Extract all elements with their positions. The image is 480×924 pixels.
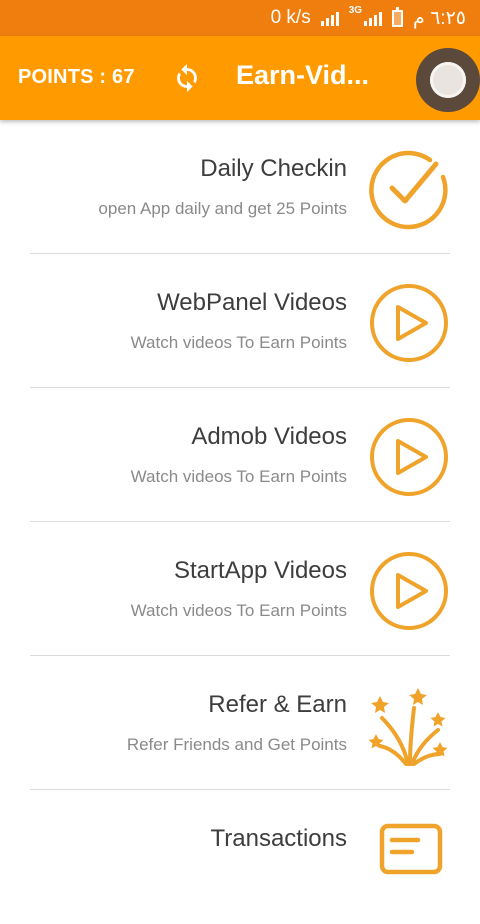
menu-item-startapp-videos[interactable]: StartApp Videos Watch videos To Earn Poi… — [0, 522, 480, 656]
menu-item-subtitle: Watch videos To Earn Points — [130, 467, 347, 486]
app-title: Earn-Vid... — [236, 60, 370, 90]
points-counter: POINTS : 67 — [18, 66, 135, 88]
menu-item-text: Transactions — [211, 824, 348, 854]
clock: ٦:٢٥ م — [413, 7, 466, 29]
status-bar: 0 k/s 3G ٦:٢٥ م — [0, 0, 480, 36]
menu-item-daily-checkin[interactable]: Daily Checkin open App daily and get 25 … — [0, 120, 480, 254]
menu-item-webpanel-videos[interactable]: WebPanel Videos Watch videos To Earn Poi… — [0, 254, 480, 388]
profile-avatar-button[interactable] — [416, 48, 480, 112]
menu-item-transactions[interactable]: Transactions — [0, 790, 480, 924]
play-circle-icon — [370, 418, 448, 496]
receipt-icon — [379, 823, 443, 875]
signal-icon-2 — [364, 10, 383, 26]
menu-item-refer-earn[interactable]: Refer & Earn Refer Friends and Get Point… — [0, 656, 480, 790]
avatar — [430, 62, 466, 98]
menu-item-text: Admob Videos Watch videos To Earn Points — [131, 422, 347, 488]
battery-icon — [392, 6, 404, 27]
menu-item-title: Transactions — [210, 825, 348, 852]
play-circle-icon — [370, 552, 448, 630]
menu-list: Daily Checkin open App daily and get 25 … — [0, 120, 480, 924]
signal-icon — [320, 10, 339, 26]
play-circle-icon — [370, 284, 448, 362]
menu-item-title: WebPanel Videos — [157, 289, 347, 316]
checkmark-circle-icon — [369, 150, 448, 230]
menu-item-text: WebPanel Videos Watch videos To Earn Poi… — [131, 288, 347, 354]
network-speed: 0 k/s — [270, 7, 311, 28]
menu-item-title: Daily Checkin — [200, 155, 347, 182]
menu-item-text: Refer & Earn Refer Friends and Get Point… — [127, 690, 347, 756]
refresh-icon[interactable] — [170, 61, 204, 95]
menu-item-admob-videos[interactable]: Admob Videos Watch videos To Earn Points — [0, 388, 480, 522]
menu-item-subtitle: Watch videos To Earn Points — [130, 333, 347, 352]
menu-item-title: Refer & Earn — [208, 691, 347, 718]
app-bar: POINTS : 67 Earn-Vid... — [0, 36, 480, 120]
fireworks-icon — [368, 688, 448, 766]
menu-item-subtitle: Refer Friends and Get Points — [126, 735, 347, 754]
menu-item-subtitle: Watch videos To Earn Points — [130, 601, 347, 620]
menu-item-text: Daily Checkin open App daily and get 25 … — [98, 154, 347, 220]
menu-item-text: StartApp Videos Watch videos To Earn Poi… — [131, 556, 347, 622]
network-type: 3G — [348, 5, 363, 16]
menu-item-subtitle: open App daily and get 25 Points — [98, 199, 347, 218]
menu-item-title: Admob Videos — [191, 423, 347, 450]
menu-item-title: StartApp Videos — [173, 557, 347, 584]
